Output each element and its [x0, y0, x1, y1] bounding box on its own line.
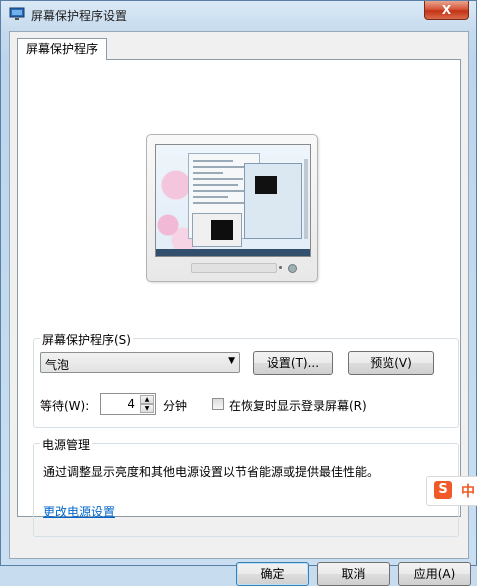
wait-minutes-stepper[interactable]: 4 ▲ ▼ — [100, 393, 156, 415]
tab-panel: 屏幕保护程序(S) 气泡 ▼ 设置(T)... 预览(V) 等待(W): 4 ▲… — [17, 59, 461, 537]
close-button[interactable]: X — [424, 1, 469, 20]
resume-logon-label[interactable]: 在恢复时显示登录屏幕(R) — [229, 397, 367, 414]
ime-mode-label[interactable]: 中 — [461, 481, 475, 501]
dialog-client: 屏幕保护程序 屏幕保护程序(S) 气泡 ▼ 设置(T)... 预览(V) 等待(… — [9, 31, 471, 586]
resume-logon-checkbox[interactable] — [212, 398, 224, 410]
monitor-preview — [146, 134, 318, 282]
window-title: 屏幕保护程序设置 — [31, 9, 128, 23]
settings-button[interactable]: 设置(T)... — [253, 351, 333, 375]
wait-label: 等待(W): — [40, 399, 90, 413]
wait-minutes-value[interactable]: 4 — [127, 397, 135, 411]
power-group: 电源管理 — [33, 436, 459, 537]
monitor-power-icon — [288, 264, 297, 273]
power-group-title: 电源管理 — [40, 436, 93, 453]
change-power-settings-link[interactable]: 更改电源设置 — [43, 503, 115, 520]
display-settings-icon — [9, 7, 25, 20]
preview-button[interactable]: 预览(V) — [348, 351, 434, 375]
tab-screensaver[interactable]: 屏幕保护程序 — [17, 38, 108, 60]
preview-screen — [155, 144, 311, 257]
screensaver-selected: 气泡 — [45, 358, 70, 372]
chevron-down-icon: ▼ — [228, 356, 235, 366]
screensaver-dropdown[interactable]: 气泡 ▼ — [40, 352, 240, 373]
screensaver-group-title: 屏幕保护程序(S) — [40, 331, 133, 348]
spin-down-icon[interactable]: ▼ — [140, 404, 154, 413]
spin-up-icon[interactable]: ▲ — [140, 395, 154, 404]
title-bar[interactable]: 屏幕保护程序设置 X — [1, 1, 476, 29]
sogou-ime-icon[interactable]: S — [434, 481, 452, 499]
dialog-window: 屏幕保护程序设置 X 屏幕保护程序 屏幕保护程序(S) 气泡 ▼ 设置(T)..… — [0, 0, 477, 586]
monitor-base — [191, 263, 277, 273]
minutes-label: 分钟 — [163, 399, 188, 413]
power-description: 通过调整显示亮度和其他电源设置以节省能源或提供最佳性能。 — [43, 465, 380, 479]
ime-toolbar[interactable]: S 中 — [426, 476, 477, 506]
